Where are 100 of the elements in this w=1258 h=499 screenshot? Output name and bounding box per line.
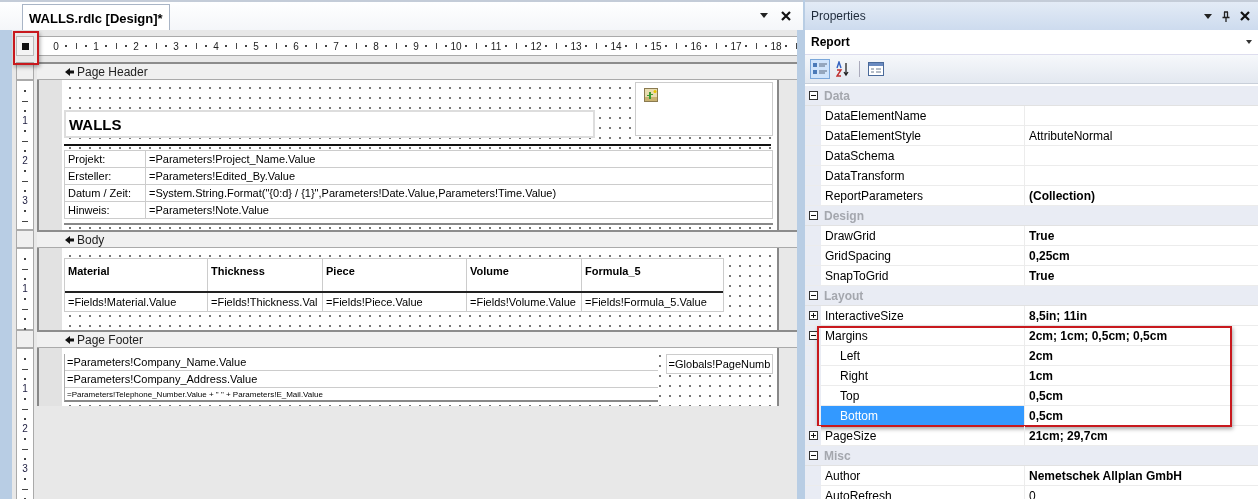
property-name[interactable]: Margins: [821, 326, 1025, 345]
ruler-number: 17: [730, 40, 742, 52]
ruler-number: 11: [490, 40, 502, 52]
property-value[interactable]: True: [1025, 266, 1258, 285]
property-value[interactable]: 0: [1025, 486, 1258, 499]
property-name[interactable]: ReportParameters: [821, 186, 1025, 205]
property-name[interactable]: Author: [821, 466, 1025, 485]
column-header[interactable]: Volume: [467, 259, 582, 291]
ruler-number: 9: [413, 40, 419, 52]
collapse-icon[interactable]: [809, 91, 818, 100]
band-arrow-icon: [65, 335, 74, 344]
footer-expression[interactable]: =Parameters!Company_Name.Value: [65, 354, 658, 371]
ruler-number: 5: [253, 40, 259, 52]
property-value[interactable]: AttributeNormal: [1025, 126, 1258, 145]
property-value[interactable]: 1cm: [1025, 366, 1258, 385]
ruler-number: 1: [93, 40, 99, 52]
property-value[interactable]: 0,5cm: [1025, 386, 1258, 405]
property-value[interactable]: (Collection): [1025, 186, 1258, 205]
ruler-number: 8: [373, 40, 379, 52]
ruler-number: 10: [450, 40, 462, 52]
column-header[interactable]: Thickness: [208, 259, 323, 291]
page-number-field[interactable]: =Globals!PageNumb: [665, 354, 773, 374]
ruler-number: 18: [770, 40, 782, 52]
property-value[interactable]: Nemetschek Allplan GmbH: [1025, 466, 1258, 485]
section-band[interactable]: Body: [37, 230, 797, 248]
property-value[interactable]: 2cm; 1cm; 0,5cm; 0,5cm: [1025, 326, 1258, 345]
select-report-icon[interactable]: [21, 42, 29, 50]
ruler-number: 3: [173, 40, 179, 52]
band-arrow-icon: [65, 235, 74, 244]
ruler-number: 2: [133, 40, 139, 52]
panel-title: Properties: [811, 9, 866, 23]
property-name[interactable]: AutoRefresh: [821, 486, 1025, 499]
band-arrow-icon: [65, 67, 74, 76]
property-value[interactable]: 0,25cm: [1025, 246, 1258, 265]
footer-expression[interactable]: =Parameters!Telephone_Number.Value + " " + Parameters!E_Mail.Value: [65, 388, 658, 400]
property-value[interactable]: 0,5cm: [1025, 406, 1258, 425]
collapse-icon[interactable]: [809, 451, 818, 460]
footer-expression[interactable]: =Parameters!Company_Address.Value: [65, 371, 658, 388]
category-label: Misc: [824, 448, 851, 463]
section-band[interactable]: Page Footer: [37, 330, 797, 348]
section-title: Page Footer: [77, 332, 144, 347]
section-band[interactable]: Page Header: [37, 62, 797, 80]
pin-icon[interactable]: [1222, 10, 1230, 22]
report-title[interactable]: WALLS: [64, 110, 595, 138]
table-cell[interactable]: =Fields!Formula_5.Value: [582, 293, 723, 311]
column-header[interactable]: Formula_5: [582, 259, 723, 291]
table-cell[interactable]: =Fields!Material.Value: [65, 293, 208, 311]
property-name[interactable]: Left: [821, 346, 1025, 365]
property-name[interactable]: DrawGrid: [821, 226, 1025, 245]
property-value[interactable]: 2cm: [1025, 346, 1258, 365]
column-header[interactable]: Piece: [323, 259, 467, 291]
property-name[interactable]: DataSchema: [821, 146, 1025, 165]
ruler-number: 14: [610, 40, 622, 52]
section-title: Page Header: [77, 64, 148, 79]
property-name[interactable]: GridSpacing: [821, 246, 1025, 265]
expand-icon[interactable]: [808, 311, 818, 320]
property-value[interactable]: 21cm; 29,7cm: [1025, 426, 1258, 445]
table-cell[interactable]: =Fields!Piece.Value: [323, 293, 467, 311]
dropdown-icon[interactable]: [1246, 40, 1252, 44]
dropdown-icon[interactable]: [1204, 13, 1212, 19]
table-cell[interactable]: =Fields!Thickness.Val: [208, 293, 323, 311]
column-header[interactable]: Material: [65, 259, 208, 291]
property-value[interactable]: True: [1025, 226, 1258, 245]
ruler-number: 2: [22, 156, 28, 166]
expand-icon[interactable]: [808, 431, 818, 440]
dropdown-icon[interactable]: [759, 13, 769, 19]
property-name[interactable]: SnapToGrid: [821, 266, 1025, 285]
ruler-number: 4: [213, 40, 219, 52]
property-name[interactable]: Right: [821, 366, 1025, 385]
property-pages-button[interactable]: [866, 59, 886, 79]
category-label: Design: [824, 208, 864, 223]
ruler-number: 12: [530, 40, 542, 52]
ruler-number: 3: [22, 464, 28, 474]
ruler-number: 13: [570, 40, 582, 52]
ruler-number: 1: [22, 284, 28, 294]
property-name[interactable]: DataTransform: [821, 166, 1025, 185]
property-name[interactable]: PageSize: [821, 426, 1025, 445]
collapse-icon[interactable]: [809, 291, 818, 300]
category-label: Data: [824, 88, 850, 103]
property-name[interactable]: InteractiveSize: [821, 306, 1025, 325]
property-name[interactable]: DataElementStyle: [821, 126, 1025, 145]
collapse-icon[interactable]: [809, 211, 818, 220]
ruler-number: 15: [650, 40, 662, 52]
categorized-button[interactable]: [810, 59, 830, 79]
ruler-number: 1: [22, 384, 28, 394]
property-name[interactable]: Top: [821, 386, 1025, 405]
close-icon[interactable]: [781, 11, 791, 21]
property-value[interactable]: 8,5in; 11in: [1025, 306, 1258, 325]
ruler-number: 3: [22, 196, 28, 206]
property-name[interactable]: DataElementName: [821, 106, 1025, 125]
ruler-number: 16: [690, 40, 702, 52]
table-cell[interactable]: =Fields!Volume.Value: [467, 293, 582, 311]
ruler-number: 2: [22, 424, 28, 434]
ruler-number: 6: [293, 40, 299, 52]
ruler-number: 1: [22, 116, 28, 126]
image-icon: [644, 88, 658, 102]
close-icon[interactable]: [1240, 11, 1250, 21]
collapse-icon[interactable]: [808, 331, 818, 340]
ruler-number: 7: [333, 40, 339, 52]
document-tab[interactable]: WALLS.rdlc [Design]*: [22, 4, 170, 30]
